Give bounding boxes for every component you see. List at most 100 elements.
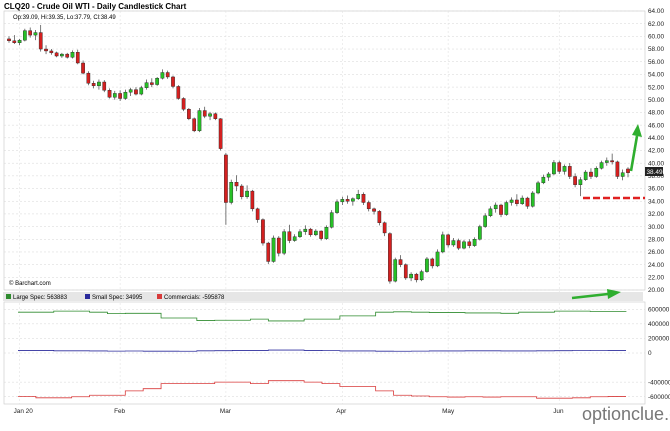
candle-body xyxy=(271,237,276,262)
candle-body xyxy=(414,273,419,281)
candle-body xyxy=(128,89,133,93)
candle-body xyxy=(118,93,122,99)
price-tick-label: 58.00 xyxy=(648,46,664,53)
candle-body xyxy=(102,81,107,91)
candle-body xyxy=(287,231,292,241)
cot-tick-label: -400000 xyxy=(648,379,670,386)
candle-body xyxy=(23,30,27,41)
candle-body xyxy=(192,118,197,132)
candle-body xyxy=(546,173,551,178)
month-label: Jun xyxy=(553,408,564,415)
price-tick-label: 48.00 xyxy=(648,110,664,117)
candle-body xyxy=(541,176,546,184)
candle-body xyxy=(12,40,17,43)
candle-body xyxy=(139,87,144,95)
candle-body xyxy=(573,176,577,185)
candle-body xyxy=(308,228,313,236)
candle-body xyxy=(509,199,514,203)
candle-body xyxy=(81,62,85,74)
candle-body xyxy=(626,168,630,173)
candle-body xyxy=(403,264,408,279)
price-tick-label: 36.00 xyxy=(648,186,664,193)
candle-body xyxy=(361,194,366,203)
candle-body xyxy=(552,162,556,175)
price-tick-label: 62.00 xyxy=(648,21,664,28)
candle-body xyxy=(303,228,308,232)
candle-body xyxy=(483,215,487,227)
candle-body xyxy=(150,82,154,85)
candle-body xyxy=(28,30,33,36)
candle-body xyxy=(208,113,212,117)
candle-body xyxy=(451,240,456,246)
candle-body xyxy=(250,190,255,210)
candle-body xyxy=(91,83,96,87)
candle-body xyxy=(239,185,244,197)
candle-body xyxy=(70,52,75,58)
candle-body xyxy=(276,237,281,254)
candle-body xyxy=(202,110,207,117)
price-tick-label: 46.00 xyxy=(648,122,664,129)
candle-body xyxy=(144,82,149,88)
candle-body xyxy=(218,118,223,149)
price-tick-label: 44.00 xyxy=(648,135,664,142)
candle-body xyxy=(298,231,302,237)
candle-body xyxy=(398,259,403,265)
price-tick-label: 34.00 xyxy=(648,198,664,205)
candle-body xyxy=(160,72,165,79)
candle-body xyxy=(171,76,175,87)
candle-body xyxy=(245,190,249,197)
candle-body xyxy=(440,234,445,253)
candle-body xyxy=(282,231,286,254)
candle-body xyxy=(615,161,620,177)
candle-body xyxy=(462,241,466,249)
candle-body xyxy=(340,199,345,203)
candle-body xyxy=(567,166,572,177)
candle-body xyxy=(351,198,355,202)
cot-tick-label: -600000 xyxy=(648,394,670,401)
candle-body xyxy=(520,197,525,204)
candle-body xyxy=(292,236,297,241)
chart: 64.00 62.00 60.00 58.00 56.00 54.00 52.00 50.00… xyxy=(0,0,670,431)
legend-swatch-small-spec xyxy=(85,294,90,299)
candle-body xyxy=(493,204,498,210)
candle-body xyxy=(578,179,583,185)
candle-body xyxy=(54,52,59,57)
candle-body xyxy=(620,172,625,177)
candle-body xyxy=(112,93,117,98)
month-label: Feb xyxy=(114,408,125,415)
candle-body xyxy=(324,227,329,239)
price-tick-label: 32.00 xyxy=(648,211,664,218)
candle-body xyxy=(234,182,239,187)
candle-body xyxy=(499,204,503,215)
candle-body xyxy=(165,72,170,78)
candle-body xyxy=(255,208,260,220)
candle-body xyxy=(372,208,376,212)
watermark: optionclue.com xyxy=(582,404,670,424)
candle-body xyxy=(314,230,318,236)
candle-body xyxy=(44,48,48,52)
candle-body xyxy=(488,208,493,217)
candle-body xyxy=(472,239,477,246)
candle-body xyxy=(425,258,429,272)
candle-body xyxy=(562,166,567,172)
price-tick-label: 20.00 xyxy=(648,287,664,294)
candle-body xyxy=(38,32,43,50)
price-tick-label: 24.00 xyxy=(648,262,664,269)
candle-body xyxy=(419,271,424,281)
candle-body xyxy=(229,182,234,203)
price-tick-label: 22.00 xyxy=(648,275,664,282)
candle-body xyxy=(335,201,339,213)
candle-body xyxy=(155,78,159,85)
month-label: May xyxy=(442,408,455,415)
candle-body xyxy=(197,110,202,132)
candle-body xyxy=(319,230,323,239)
price-tick-label: 60.00 xyxy=(648,34,664,41)
last-price-label: 38.49 xyxy=(647,169,663,176)
candle-body xyxy=(33,32,38,36)
candle-body xyxy=(557,162,562,172)
candle-body xyxy=(388,233,392,282)
price-tick-label: 54.00 xyxy=(648,72,664,79)
candle-body xyxy=(134,89,138,95)
candle-body xyxy=(49,50,54,54)
candle-body xyxy=(176,86,181,99)
